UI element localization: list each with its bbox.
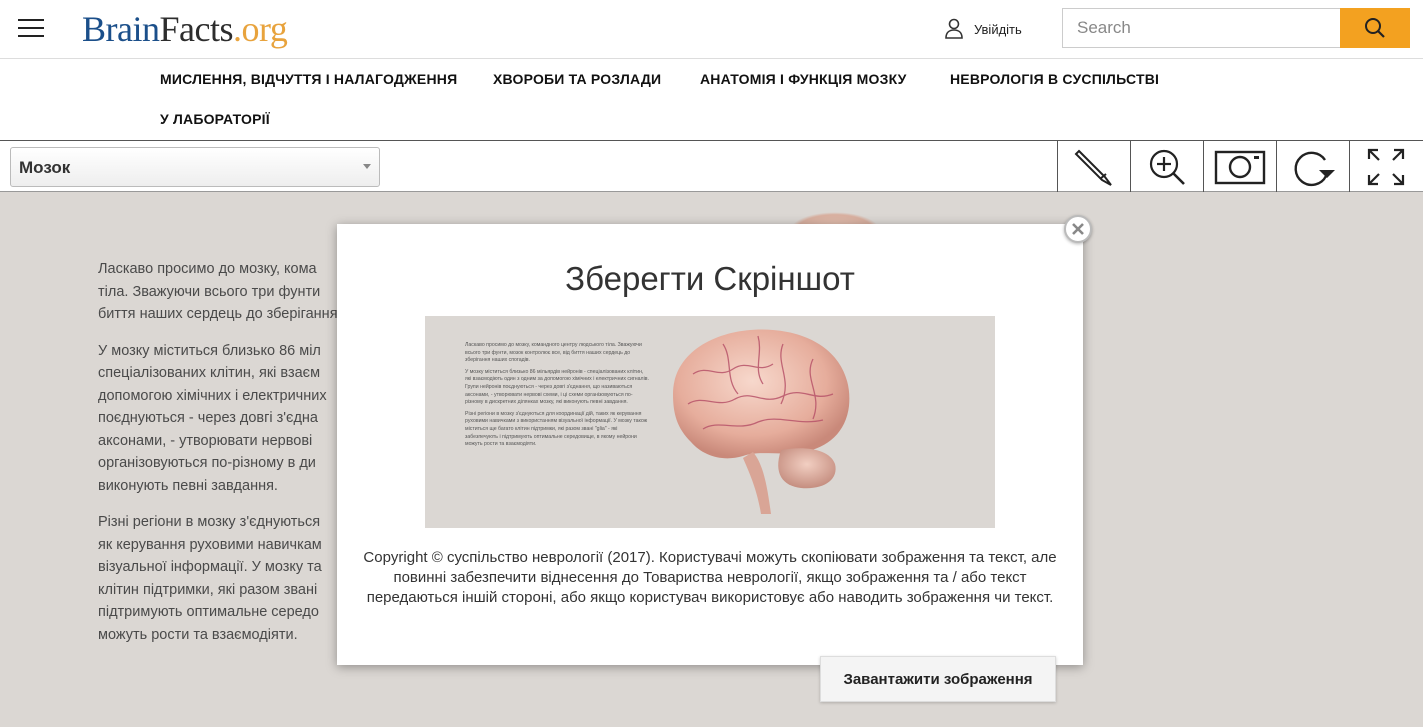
screenshot-button[interactable] (1203, 141, 1276, 192)
intro-line: тіла. Зважуючи всього три фунти (98, 283, 321, 300)
intro-line: биття наших сердець до зберігання (98, 306, 338, 322)
intro-line: організовуються по-різному в ди (98, 455, 316, 471)
preview-paragraph: Ласкаво просимо до мозку, командного цен… (465, 342, 642, 364)
intro-line: виконують певні завдання. (98, 477, 278, 494)
search-bar (1062, 8, 1410, 48)
pencil-button[interactable] (1057, 141, 1130, 192)
fullscreen-icon (1367, 148, 1405, 185)
save-screenshot-modal: Зберегти Скріншот Ласкаво просимо до моз… (337, 224, 1083, 665)
signin-label: Увійдіть (974, 21, 1022, 37)
signin-link[interactable]: Увійдіть (944, 18, 1022, 40)
rotate-icon (1294, 151, 1335, 186)
pencil-icon (1074, 149, 1112, 186)
search-input[interactable] (1062, 8, 1340, 48)
intro-line: клітин підтримки, які разом звані (98, 581, 318, 598)
search-button[interactable] (1340, 8, 1410, 48)
copyright-notice: Copyright © суспільство неврології (2017… (363, 549, 1057, 606)
intro-line: підтримують оптимальне середо (98, 604, 319, 620)
search-icon (1365, 18, 1385, 38)
intro-line: спеціалізованих клітин, які взаєм (98, 365, 321, 381)
download-image-button[interactable]: Завантажити зображення (820, 656, 1056, 702)
site-header: BrainFacts.org Увійдіть (0, 0, 1423, 59)
menu-icon[interactable] (18, 19, 44, 39)
screenshot-preview: Ласкаво просимо до мозку, командного цен… (425, 316, 995, 528)
intro-line: Різні регіони в мозку з'єднуються (98, 514, 321, 530)
nav-item-society[interactable]: НЕВРОЛОГІЯ В СУСПІЛЬСТВІ (950, 71, 1159, 87)
logo-facts: Facts (159, 9, 233, 49)
site-logo[interactable]: BrainFacts.org (82, 8, 288, 50)
camera-icon (1214, 150, 1266, 184)
intro-line: аксонами, - утворювати нервові (98, 432, 313, 449)
preview-text: Ласкаво просимо до мозку, командного цен… (465, 342, 650, 453)
modal-title: Зберегти Скріншот (565, 260, 855, 297)
intro-line: допомогою хімічних і електричних (98, 387, 327, 404)
nav-item-lab[interactable]: У ЛАБОРАТОРІЇ (160, 111, 270, 127)
intro-line: Ласкаво просимо до мозку, кома (98, 261, 317, 277)
close-icon (1072, 223, 1084, 235)
nav-item-diseases[interactable]: ХВОРОБИ ТА РОЗЛАДИ (493, 71, 661, 87)
logo-brain: Brain (82, 9, 160, 49)
intro-line: можуть рости та взаємодіяти. (98, 626, 298, 643)
nav-item-thinking[interactable]: МИСЛЕННЯ, ВІДЧУТТЯ І НАЛАГОДЖЕННЯ (160, 71, 457, 87)
preview-paragraph: Різні регіони в мозку з'єднуються для ко… (465, 410, 648, 448)
user-icon (945, 18, 963, 39)
rotate-button[interactable] (1276, 141, 1349, 192)
close-modal-button[interactable] (1064, 215, 1092, 243)
intro-line: У мозку міститься близько 86 міл (98, 342, 321, 359)
main-nav: МИСЛЕННЯ, ВІДЧУТТЯ І НАЛАГОДЖЕННЯ ХВОРОБ… (0, 59, 1423, 141)
nav-item-anatomy[interactable]: АНАТОМІЯ І ФУНКЦІЯ МОЗКУ (700, 71, 907, 87)
zoom-in-icon (1149, 149, 1185, 185)
viewer-toolbar: Мозок (0, 141, 1423, 192)
logo-org: .org (232, 9, 288, 49)
intro-line: поєднуються - через довгі з'єдна (98, 410, 318, 426)
fullscreen-button[interactable] (1349, 141, 1422, 192)
structure-select-value: Мозок (19, 158, 71, 177)
intro-line: візуальної інформації. У мозку та (98, 559, 322, 575)
intro-line: як керування руховими навичкам (98, 536, 322, 553)
brain-image (673, 329, 850, 514)
chevron-down-icon (363, 164, 371, 169)
structure-select[interactable]: Мозок (10, 147, 380, 187)
zoom-in-button[interactable] (1130, 141, 1203, 192)
preview-paragraph: У мозку міститься близько 86 мільярдів н… (465, 368, 649, 406)
